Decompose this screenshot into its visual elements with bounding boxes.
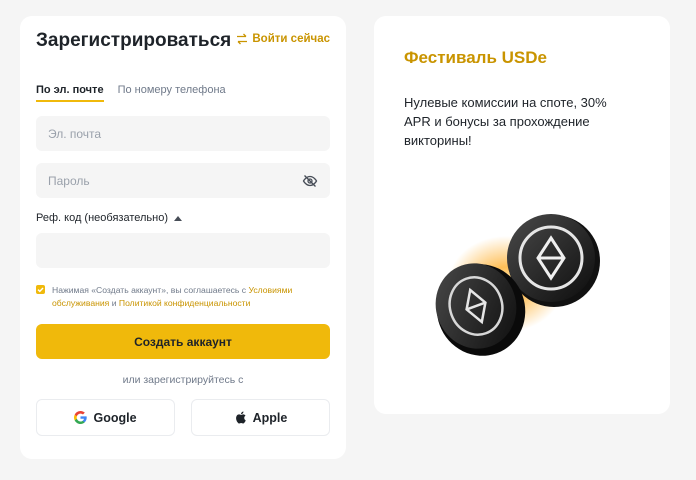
ref-field-container: [36, 233, 330, 268]
terms-agreement: Нажимая «Создать аккаунт», вы соглашаете…: [36, 284, 330, 310]
privacy-link[interactable]: Политикой конфиденциальности: [119, 298, 251, 308]
page-title: Зарегистрироваться: [36, 30, 232, 51]
email-field-container: [36, 116, 330, 151]
promo-card[interactable]: Фестиваль USDe Нулевые комиссии на споте…: [374, 16, 670, 414]
checkbox-checked-icon[interactable]: [36, 285, 45, 294]
google-label: Google: [93, 410, 137, 425]
agreement-text: Нажимая «Создать аккаунт», вы соглашаете…: [52, 284, 330, 310]
promo-title: Фестиваль USDe: [404, 48, 547, 67]
google-signup-button[interactable]: Google: [36, 399, 175, 436]
login-now-label: Войти сейчас: [252, 33, 330, 45]
google-icon: [74, 411, 88, 424]
tab-email[interactable]: По эл. почте: [36, 84, 104, 102]
email-field[interactable]: [48, 126, 318, 141]
password-field[interactable]: [48, 173, 302, 188]
password-field-container: [36, 163, 330, 198]
swap-icon: [237, 33, 248, 45]
agreement-and: и: [111, 298, 117, 308]
signup-method-tabs: По эл. почте По номеру телефона: [36, 84, 226, 102]
ref-code-toggle[interactable]: Реф. код (необязательно): [36, 212, 182, 224]
agreement-prefix: Нажимая «Создать аккаунт», вы соглашаете…: [52, 285, 247, 295]
login-now-link[interactable]: Войти сейчас: [236, 33, 330, 45]
signup-card: Зарегистрироваться Войти сейчас По эл. п…: [20, 16, 346, 459]
usde-coins-image: [435, 214, 600, 356]
ref-code-field[interactable]: [48, 243, 318, 258]
apple-label: Apple: [252, 410, 288, 425]
create-account-button[interactable]: Создать аккаунт: [36, 324, 330, 359]
eye-off-icon[interactable]: [302, 173, 318, 189]
apple-signup-button[interactable]: Apple: [191, 399, 330, 436]
or-signup-with-text: или зарегистрируйтесь с: [122, 374, 244, 386]
apple-icon: [235, 411, 246, 424]
ref-code-label: Реф. код (необязательно): [36, 212, 168, 224]
tab-phone[interactable]: По номеру телефона: [118, 84, 226, 102]
caret-up-icon: [174, 215, 182, 221]
promo-description: Нулевые комиссии на споте, 30% APR и бон…: [404, 95, 607, 148]
